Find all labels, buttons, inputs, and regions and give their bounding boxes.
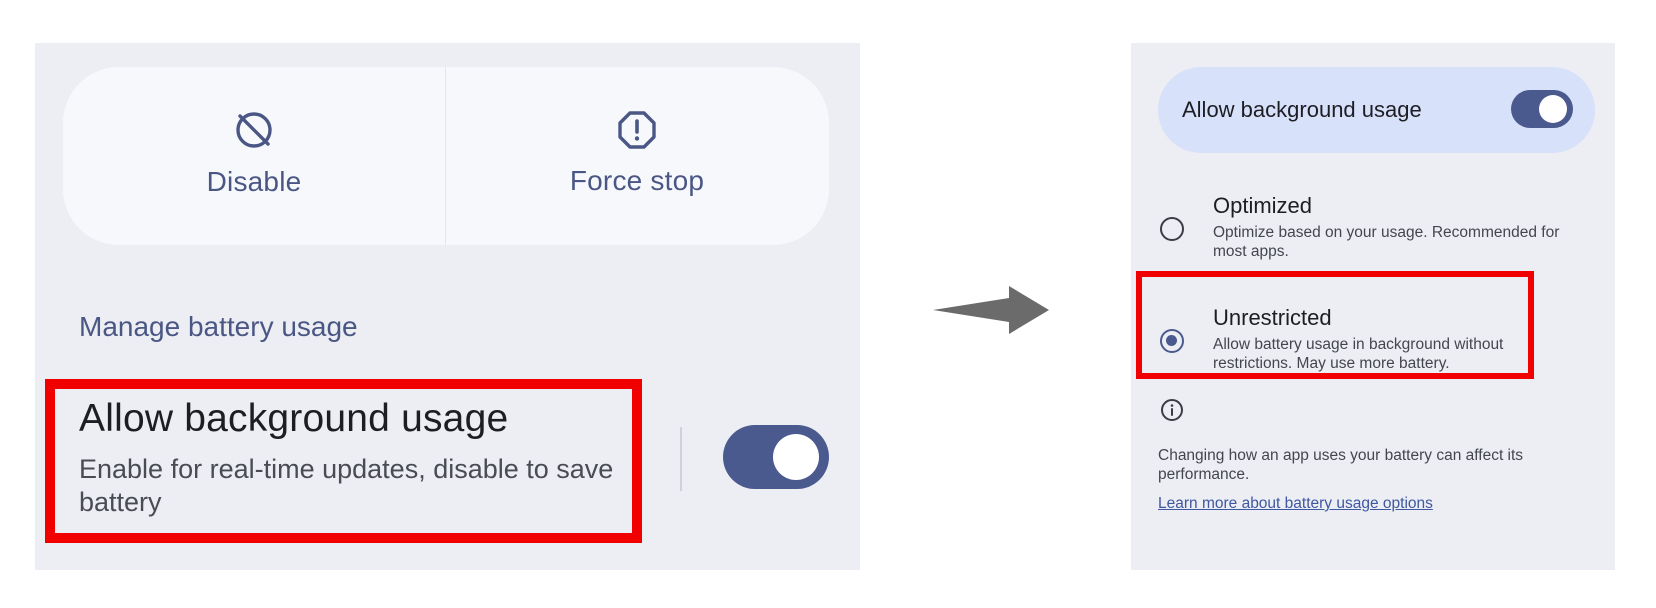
allow-background-usage-card[interactable]: Allow background usage (1158, 67, 1595, 153)
info-icon (1161, 399, 1183, 421)
background-usage-panel: Allow background usage Optimized Optimiz… (1131, 43, 1615, 570)
background-usage-toggle[interactable] (723, 425, 829, 489)
option-title: Optimized (1213, 193, 1313, 218)
toggle-knob (773, 434, 819, 480)
learn-more-link[interactable]: Learn more about battery usage options (1158, 495, 1433, 513)
disable-button[interactable]: Disable (63, 67, 445, 245)
arrow-right-icon (933, 286, 1049, 334)
force-stop-button[interactable]: Force stop (446, 67, 828, 245)
allow-background-usage-label: Allow background usage (1182, 97, 1422, 122)
highlight-box (45, 379, 642, 543)
disable-label: Disable (206, 166, 302, 197)
force-stop-icon (618, 111, 656, 149)
toggle-separator (680, 427, 682, 491)
optimized-radio[interactable] (1160, 217, 1184, 241)
option-description: Optimize based on your usage. Recommende… (1213, 224, 1560, 260)
app-actions-card: Disable Force stop (63, 67, 829, 245)
highlight-box (1136, 271, 1534, 379)
section-title: Manage battery usage (79, 311, 358, 342)
force-stop-label: Force stop (569, 165, 705, 196)
battery-note: Changing how an app uses your battery ca… (1158, 447, 1524, 483)
app-info-panel: Disable Force stop Manage battery usage … (35, 43, 860, 570)
allow-background-usage-toggle[interactable] (1511, 90, 1573, 128)
toggle-knob (1539, 95, 1567, 123)
disable-icon (236, 112, 272, 148)
